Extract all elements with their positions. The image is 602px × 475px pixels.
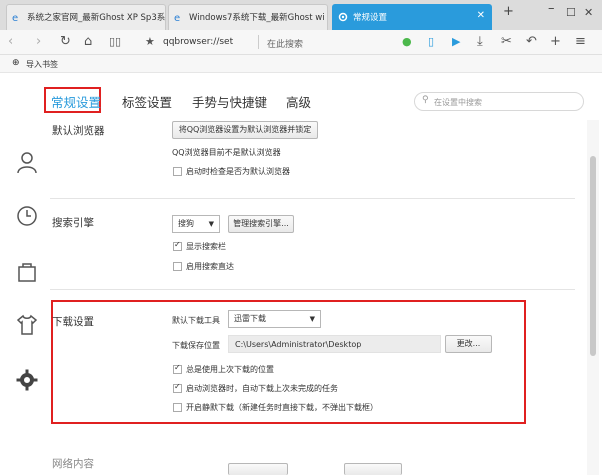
user-icon[interactable] <box>16 150 38 174</box>
close-tab-icon[interactable]: ✕ <box>477 10 485 21</box>
check-default-on-start-label: 启动时检查是否为默认浏览器 <box>186 167 290 176</box>
section-title-search-engine: 搜索引擎 <box>52 217 94 229</box>
section-divider <box>50 198 575 199</box>
download-tool-label: 默认下载工具 <box>172 316 220 325</box>
tab-title: 常规设置 <box>353 13 388 23</box>
tab-gestures-shortcuts[interactable]: 手势与快捷键 <box>192 92 267 111</box>
divider <box>258 35 259 49</box>
section-divider <box>50 289 575 290</box>
network-select[interactable] <box>228 463 288 475</box>
browser-tab-1[interactable]: e 系统之家官网_最新Ghost XP Sp3系 <box>6 4 166 30</box>
new-tab-icon[interactable]: + <box>503 4 514 19</box>
always-last-location-checkbox[interactable] <box>173 363 182 374</box>
refresh-icon[interactable]: ↻ <box>60 34 71 50</box>
bookmark-star-icon[interactable]: ★ <box>145 34 155 50</box>
section-title-default-browser: 默认浏览器 <box>52 125 105 137</box>
tab-tabs[interactable]: 标签设置 <box>122 92 172 111</box>
phone-icon[interactable]: ▯ <box>428 34 434 50</box>
tab-title: Windows7系统下载_最新Ghost wi <box>189 13 325 23</box>
scrollbar-thumb[interactable] <box>590 156 596 356</box>
resume-unfinished-label: 启动浏览器时，自动下载上次未完成的任务 <box>186 384 338 393</box>
settings-search-input[interactable]: 在设置中搜索 <box>434 97 482 108</box>
skin-shirt-icon[interactable] <box>16 314 38 336</box>
svg-text:e: e <box>12 13 18 22</box>
add-icon[interactable]: + <box>550 34 561 50</box>
download-path-value: C:\Users\Administrator\Desktop <box>235 340 362 349</box>
tab-general[interactable]: 常规设置 <box>51 92 101 111</box>
resume-unfinished-checkbox[interactable] <box>173 382 182 393</box>
menu-icon[interactable]: ≡ <box>575 34 586 50</box>
home-icon[interactable]: ⌂ <box>84 34 92 50</box>
show-search-bar-label: 显示搜索栏 <box>186 242 226 251</box>
dropdown-arrow-icon: ▼ <box>309 315 315 323</box>
set-default-browser-button[interactable]: 将QQ浏览器设置为默认浏览器并锁定 <box>172 121 318 139</box>
search-engine-value: 搜狗 <box>178 219 194 228</box>
play-icon[interactable]: ▶ <box>452 34 460 50</box>
back-icon[interactable]: ‹ <box>8 34 13 50</box>
dropdown-arrow-icon: ▼ <box>208 220 214 228</box>
wechat-icon[interactable]: ● <box>402 34 412 50</box>
tab-title: 系统之家官网_最新Ghost XP Sp3系 <box>27 13 166 23</box>
browser-tab-active[interactable]: 常规设置 ✕ <box>332 4 492 30</box>
import-bookmark-icon: ⊕ <box>12 58 20 68</box>
download-tool-select[interactable]: 迅雷下载 ▼ <box>228 310 321 328</box>
manage-search-engines-button[interactable]: 管理搜索引擎... <box>228 215 294 233</box>
search-icon: ⚲ <box>422 95 429 105</box>
search-input[interactable]: 在此搜索 <box>267 37 303 50</box>
history-clock-icon[interactable] <box>16 205 38 227</box>
tab-advanced[interactable]: 高级 <box>286 92 311 111</box>
silent-download-checkbox[interactable] <box>173 403 182 412</box>
download-icon[interactable]: ⤓ <box>477 34 483 50</box>
section-title-network: 网络内容 <box>52 458 94 470</box>
settings-gear-icon <box>338 12 348 22</box>
download-path-label: 下载保存位置 <box>172 341 220 350</box>
show-search-bar-checkbox[interactable] <box>173 240 182 251</box>
ie-logo-icon: e <box>174 13 180 22</box>
browser-tab-2[interactable]: e Windows7系统下载_最新Ghost wi <box>168 4 328 30</box>
address-input[interactable]: qqbrowser://set <box>163 37 233 47</box>
maximize-icon[interactable]: ☐ <box>566 6 576 19</box>
scissors-icon[interactable]: ✂ <box>501 34 512 50</box>
ie-logo-icon: e <box>12 13 18 22</box>
settings-gear-icon[interactable] <box>16 369 38 391</box>
check-default-on-start-checkbox[interactable] <box>173 167 182 176</box>
always-last-location-label: 总是使用上次下载的位置 <box>186 365 274 374</box>
undo-icon[interactable]: ↶ <box>526 34 537 50</box>
change-path-button[interactable]: 更改... <box>445 335 492 353</box>
svg-text:e: e <box>174 13 180 22</box>
bookmark-bar: ⊕ 导入书签 <box>0 55 602 73</box>
settings-search-box[interactable]: ⚲ 在设置中搜索 <box>414 92 584 111</box>
download-path-field[interactable]: C:\Users\Administrator\Desktop <box>228 335 441 353</box>
forward-icon[interactable]: › <box>36 34 41 50</box>
download-tool-value: 迅雷下载 <box>234 314 266 323</box>
default-browser-status: QQ浏览器目前不是默认浏览器 <box>172 148 281 157</box>
navigation-bar: ‹ › ↻ ⌂ ▯▯ ★ qqbrowser://set 在此搜索 ● ▯ ▶ … <box>0 30 602 55</box>
shopping-bag-icon[interactable] <box>16 260 38 282</box>
section-title-download: 下载设置 <box>52 316 94 328</box>
import-bookmarks-link[interactable]: 导入书签 <box>26 59 58 70</box>
direct-search-checkbox[interactable] <box>173 262 182 271</box>
silent-download-label: 开启静默下载（新建任务时直接下载，不弹出下载框） <box>186 403 378 412</box>
close-window-icon[interactable]: ✕ <box>584 6 593 19</box>
direct-search-label: 启用搜索直达 <box>186 262 234 271</box>
network-button[interactable] <box>344 463 402 475</box>
search-engine-select[interactable]: 搜狗 ▼ <box>172 215 220 233</box>
reading-mode-icon[interactable]: ▯▯ <box>109 34 121 50</box>
scrollbar-track[interactable] <box>587 120 599 475</box>
minimize-icon[interactable]: – <box>548 1 555 16</box>
tab-strip: e 系统之家官网_最新Ghost XP Sp3系 e Windows7系统下载_… <box>0 0 602 30</box>
